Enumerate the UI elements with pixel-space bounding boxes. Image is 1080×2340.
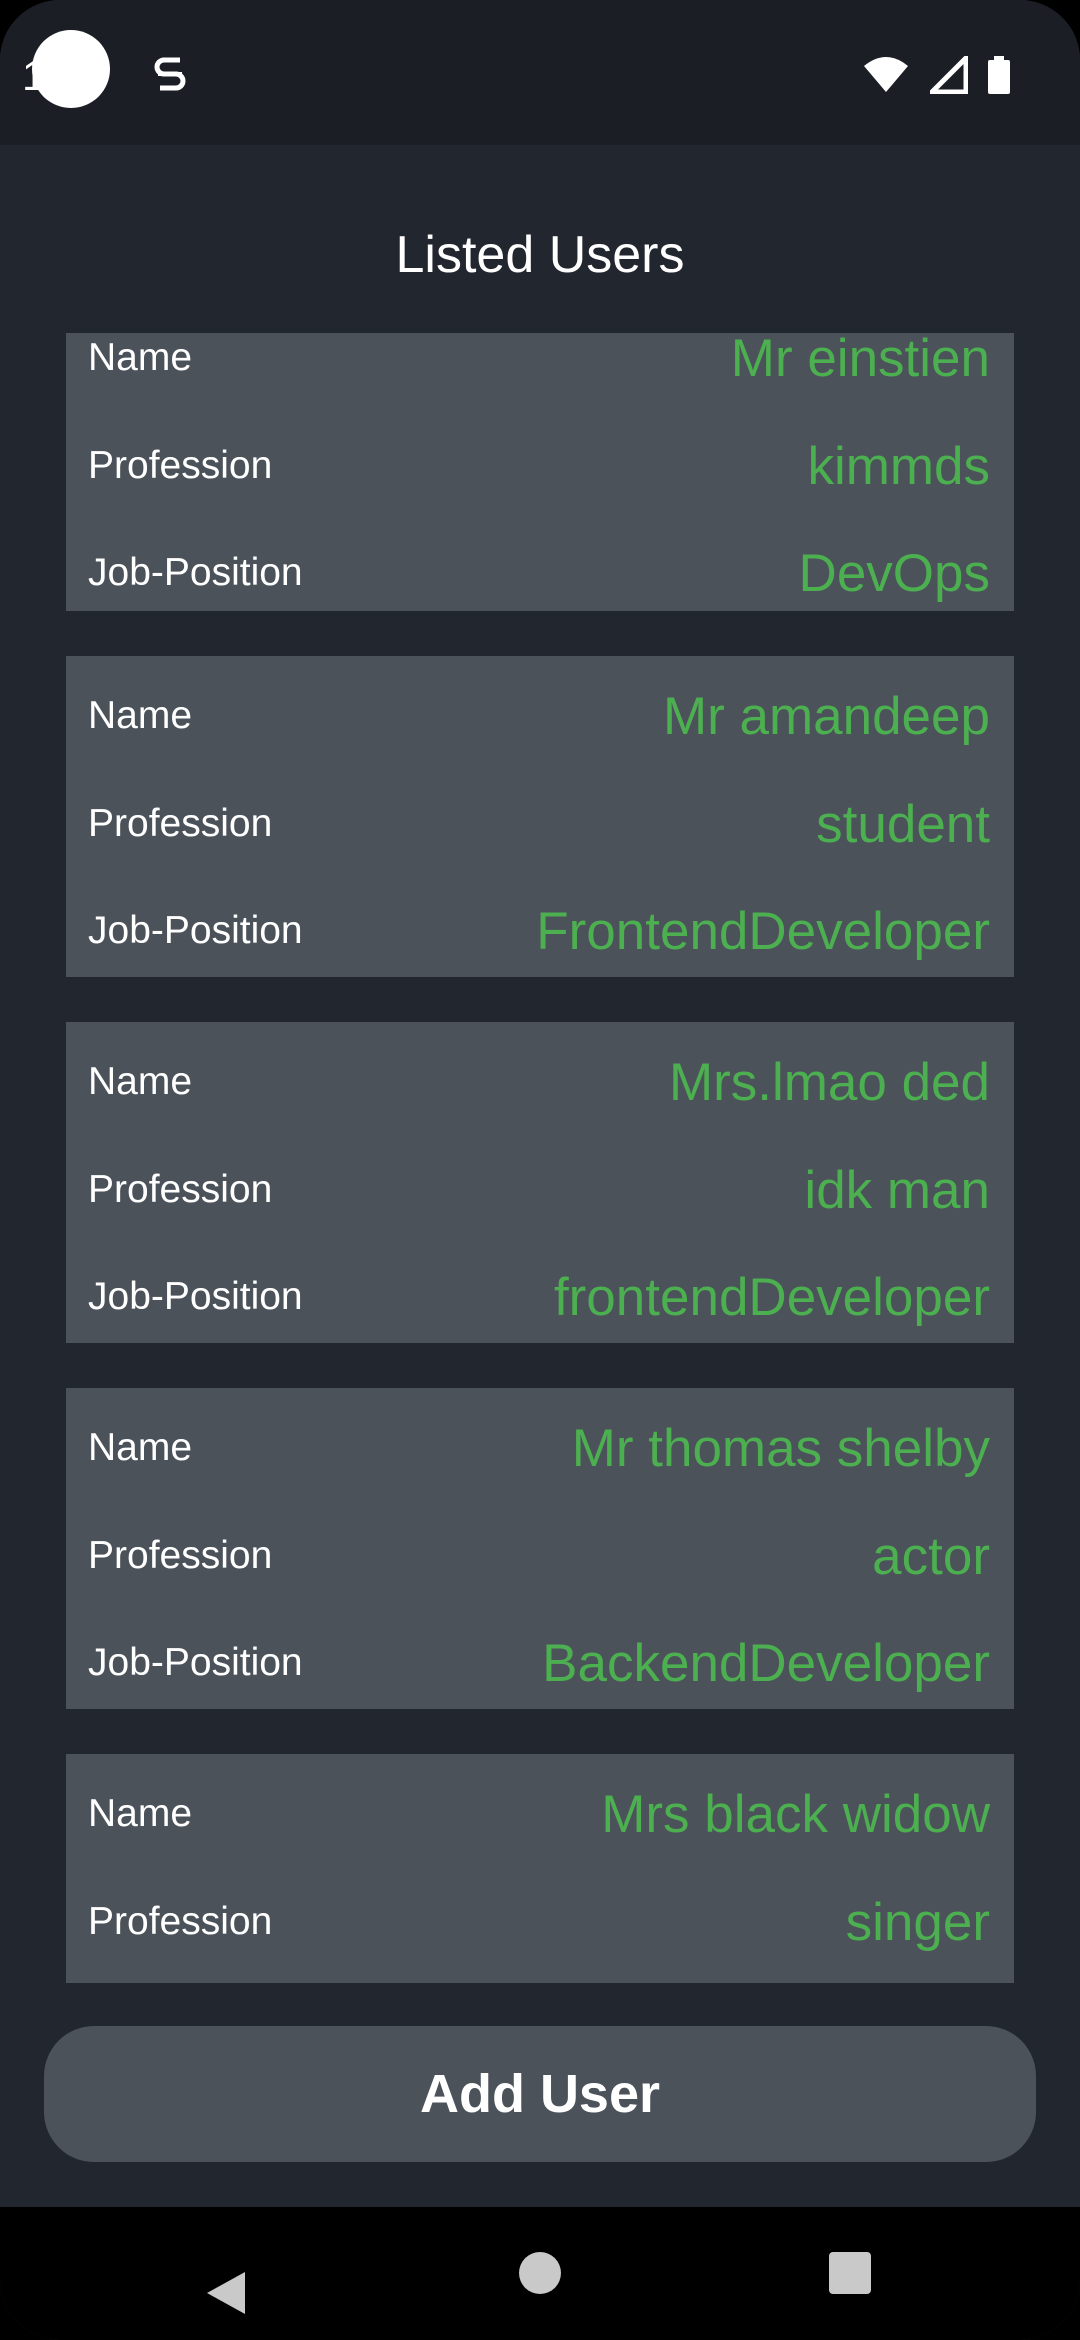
job-position-value: FrontendDeveloper [536,902,990,961]
job-position-row: Job-Position BackendDeveloper [66,1623,1014,1703]
name-row: Name Mr einstien [66,333,1014,398]
profession-row: Profession actor [66,1516,1014,1596]
user-list[interactable]: Name Mr einstien Profession kimmds Job-P… [0,333,1080,1983]
user-card[interactable]: Name Mr einstien Profession kimmds Job-P… [66,333,1014,611]
name-value: Mr einstien [730,333,990,388]
battery-icon [988,56,1010,94]
profession-row: Profession singer [66,1882,1014,1962]
page-title: Listed Users [395,226,685,284]
profession-label: Profession [88,444,273,487]
profession-row: Profession kimmds [66,426,1014,506]
name-label: Name [88,694,193,737]
name-value: Mr amandeep [662,687,990,746]
name-value: Mrs black widow [601,1785,990,1844]
job-position-row: Job-Position FrontendDeveloper [66,891,1014,971]
name-label: Name [88,336,193,379]
back-icon[interactable] [205,2270,247,2316]
name-row: Name Mrs black widow [66,1774,1014,1854]
profession-label: Profession [88,802,273,845]
wifi-icon [864,57,908,92]
name-row: Name Mrs.lmao ded [66,1042,1014,1122]
phone-screen: 1:03 Listed Users Name Mr einstien [0,0,1080,2340]
profession-value: singer [845,1893,990,1952]
profession-value: kimmds [807,437,990,496]
job-position-label: Job-Position [88,1641,303,1684]
profession-value: student [816,795,990,854]
home-icon[interactable] [519,2252,561,2294]
name-value: Mr thomas shelby [571,1419,990,1478]
status-bar: 1:03 [0,0,1080,145]
job-position-label: Job-Position [88,1275,303,1318]
recents-icon[interactable] [829,2252,871,2294]
user-card[interactable]: Name Mrs black widow Profession singer [66,1754,1014,1983]
profession-label: Profession [88,1168,273,1211]
profession-value: actor [872,1527,990,1586]
name-row: Name Mr thomas shelby [66,1408,1014,1488]
job-position-value: DevOps [798,544,990,603]
camera-cutout [32,30,110,108]
add-user-button[interactable]: Add User [44,2026,1036,2162]
job-position-value: frontendDeveloper [553,1268,990,1327]
job-position-row: Job-Position DevOps [66,533,1014,613]
job-position-label: Job-Position [88,909,303,952]
profession-row: Profession student [66,784,1014,864]
user-card[interactable]: Name Mrs.lmao ded Profession idk man Job… [66,1022,1014,1343]
profession-label: Profession [88,1900,273,1943]
profession-value: idk man [804,1161,990,1220]
sim-s-icon [154,57,186,91]
profession-row: Profession idk man [66,1150,1014,1230]
profession-label: Profession [88,1534,273,1577]
job-position-value: BackendDeveloper [542,1634,990,1693]
name-label: Name [88,1060,193,1103]
job-position-row: Job-Position frontendDeveloper [66,1257,1014,1337]
name-row: Name Mr amandeep [66,676,1014,756]
signal-icon [930,56,968,94]
name-label: Name [88,1426,193,1469]
user-card[interactable]: Name Mr thomas shelby Profession actor J… [66,1388,1014,1709]
job-position-label: Job-Position [88,551,303,594]
name-label: Name [88,1792,193,1835]
status-icons [862,52,1010,98]
user-card[interactable]: Name Mr amandeep Profession student Job-… [66,656,1014,977]
name-value: Mrs.lmao ded [668,1053,990,1112]
